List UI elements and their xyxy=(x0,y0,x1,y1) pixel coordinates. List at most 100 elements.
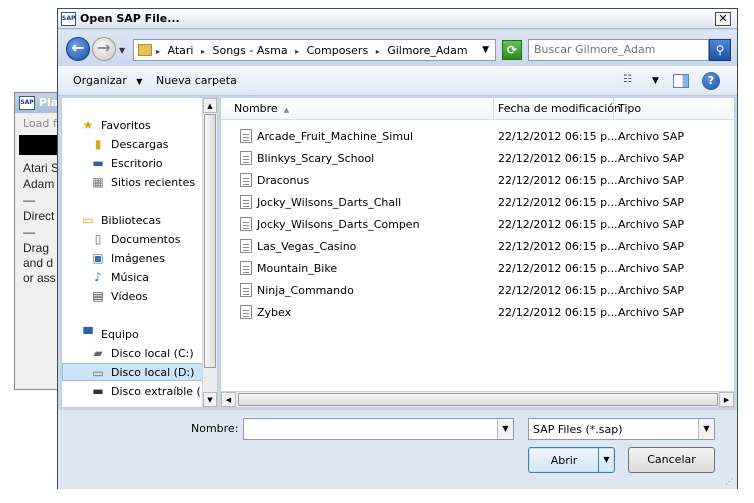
nav-item-label: Escritorio xyxy=(111,157,163,170)
view-options-icon[interactable]: ☷ xyxy=(623,74,637,86)
view-dropdown-icon[interactable]: ▼ xyxy=(652,76,659,86)
organize-label: Organizar xyxy=(73,74,127,87)
background-text-line: Direct xyxy=(23,209,55,223)
computer-icon: ▀ xyxy=(83,327,93,341)
file-date: 22/12/2012 06:15 p... xyxy=(498,218,618,231)
nav-item-label: Vídeos xyxy=(111,290,148,303)
sap-file-icon xyxy=(240,239,252,253)
file-list-horizontal-scrollbar[interactable]: ◀ ▶ xyxy=(221,391,734,407)
file-row[interactable]: Ninja_Commando 22/12/2012 06:15 p... Arc… xyxy=(221,279,734,301)
scrollbar-thumb[interactable] xyxy=(238,393,718,406)
scroll-left-icon[interactable]: ◀ xyxy=(221,392,236,407)
nav-item-disk-c[interactable]: ▰ Disco local (C:) xyxy=(62,344,204,362)
breadcrumb-item[interactable]: Atari xyxy=(168,44,194,57)
file-row[interactable]: Zybex 22/12/2012 06:15 p... Archivo SAP xyxy=(221,301,734,323)
breadcrumb-item[interactable]: Composers xyxy=(307,44,369,57)
nav-item-removable-disk[interactable]: ▬ Disco extraíble (H:) xyxy=(62,382,217,400)
nav-item-label: Descargas xyxy=(111,138,169,151)
file-type: Archivo SAP xyxy=(618,130,684,143)
dialog-titlebar[interactable]: SAP Open SAP File... ✕ xyxy=(58,9,737,29)
breadcrumb-separator-icon[interactable]: ▸ xyxy=(376,47,380,56)
new-folder-button[interactable]: Nueva carpeta xyxy=(156,74,237,87)
scrollbar-thumb[interactable] xyxy=(204,114,216,368)
close-button[interactable]: ✕ xyxy=(715,12,731,26)
file-name: Arcade_Fruit_Machine_Simul xyxy=(257,130,414,143)
preview-pane-icon[interactable] xyxy=(673,74,689,88)
file-row[interactable]: Jocky_Wilsons_Darts_Compen 22/12/2012 06… xyxy=(221,213,734,235)
dialog-title: Open SAP File... xyxy=(80,12,180,25)
desktop-icon: ▬ xyxy=(92,156,104,170)
column-header-date[interactable]: Fecha de modificación xyxy=(494,98,621,120)
nav-item-downloads[interactable]: ▮ Descargas xyxy=(62,135,204,153)
search-box[interactable] xyxy=(528,39,709,61)
sap-file-icon xyxy=(240,305,252,319)
address-bar[interactable]: ▸ Atari ▸ Songs - Asma ▸ Composers ▸ Gil… xyxy=(133,39,496,61)
file-date: 22/12/2012 06:15 p... xyxy=(498,196,618,209)
scroll-up-icon[interactable]: ▲ xyxy=(203,98,217,113)
file-type: Archivo SAP xyxy=(618,218,684,231)
nav-item-documents[interactable]: ▯ Documentos xyxy=(62,230,204,248)
navigation-vertical-scrollbar[interactable]: ▲ ▼ xyxy=(202,98,217,407)
filename-input[interactable] xyxy=(247,422,487,435)
sap-file-icon xyxy=(240,217,252,231)
sap-file-icon xyxy=(240,195,252,209)
search-button[interactable]: ⚲ xyxy=(709,39,731,61)
libraries-icon: ▭ xyxy=(82,213,94,227)
open-options-dropdown-icon[interactable]: ▼ xyxy=(598,448,614,472)
nav-item-computer[interactable]: ▀ Equipo xyxy=(62,325,204,343)
column-header-type[interactable]: Tipo xyxy=(614,98,736,120)
folder-icon xyxy=(138,44,152,56)
filename-combobox[interactable]: ▼ xyxy=(243,418,514,440)
nav-item-desktop[interactable]: ▬ Escritorio xyxy=(62,154,204,172)
arrow-left-icon: ← xyxy=(71,38,85,57)
open-button[interactable]: Abrir ▼ xyxy=(528,447,615,473)
nav-item-disk-d[interactable]: ▭ Disco local (D:) xyxy=(62,363,204,381)
history-dropdown-icon[interactable]: ▼ xyxy=(119,46,125,55)
file-name: Jocky_Wilsons_Darts_Compen xyxy=(257,218,420,231)
background-text-line: and d xyxy=(23,256,54,270)
file-row[interactable]: Arcade_Fruit_Machine_Simul 22/12/2012 06… xyxy=(221,125,734,147)
column-header-name[interactable]: Nombre ▲ xyxy=(221,98,494,120)
nav-item-images[interactable]: ▣ Imágenes xyxy=(62,249,204,267)
cancel-button[interactable]: Cancelar xyxy=(628,447,715,473)
organize-button[interactable]: Organizar ▼ xyxy=(73,74,142,87)
nav-item-recent-places[interactable]: ▦ Sitios recientes xyxy=(62,173,204,191)
breadcrumb-separator-icon[interactable]: ▸ xyxy=(295,47,299,56)
file-row[interactable]: Blinkys_Scary_School 22/12/2012 06:15 p.… xyxy=(221,147,734,169)
file-type-filter-select[interactable]: SAP Files (*.sap) ▼ xyxy=(528,418,715,440)
nav-item-favorites[interactable]: ★ Favoritos xyxy=(62,116,204,134)
breadcrumb-item[interactable]: Songs - Asma xyxy=(213,44,288,57)
address-row: ← → ▼ ▸ Atari ▸ Songs - Asma ▸ Composers… xyxy=(58,30,737,66)
nav-item-label: Música xyxy=(111,271,150,284)
file-type: Archivo SAP xyxy=(618,306,684,319)
refresh-button[interactable]: ⟳ xyxy=(502,40,522,60)
nav-item-label: Favoritos xyxy=(101,119,151,132)
file-row[interactable]: Mountain_Bike 22/12/2012 06:15 p... Arch… xyxy=(221,257,734,279)
file-row[interactable]: Jocky_Wilsons_Darts_Chall 22/12/2012 06:… xyxy=(221,191,734,213)
chevron-down-icon[interactable]: ▼ xyxy=(698,419,714,439)
address-dropdown-icon[interactable]: ▼ xyxy=(482,45,489,55)
forward-button[interactable]: → xyxy=(92,37,116,61)
file-row[interactable]: Draconus 22/12/2012 06:15 p... Archivo S… xyxy=(221,169,734,191)
nav-item-videos[interactable]: ▤ Vídeos xyxy=(62,287,204,305)
open-file-dialog: SAP Open SAP File... ✕ ← → ▼ ▸ Atari ▸ S… xyxy=(57,8,738,489)
help-icon[interactable]: ? xyxy=(702,72,720,90)
command-toolbar: Organizar ▼ Nueva carpeta ☷ ▼ ? xyxy=(58,66,737,96)
scroll-down-icon[interactable]: ▼ xyxy=(203,392,217,407)
chevron-down-icon[interactable]: ▼ xyxy=(497,419,513,439)
file-row[interactable]: Las_Vegas_Casino 22/12/2012 06:15 p... A… xyxy=(221,235,734,257)
sap-file-icon xyxy=(240,151,252,165)
nav-item-libraries[interactable]: ▭ Bibliotecas xyxy=(62,211,204,229)
nav-item-music[interactable]: ♪ Música xyxy=(62,268,204,286)
resize-grip-icon[interactable]: ⋰ xyxy=(725,477,735,487)
breadcrumb-separator-icon[interactable]: ▸ xyxy=(201,47,205,56)
dialog-footer: Nombre: ▼ SAP Files (*.sap) ▼ Abrir ▼ Ca… xyxy=(58,410,737,489)
search-input[interactable] xyxy=(534,43,704,56)
file-type: Archivo SAP xyxy=(618,174,684,187)
image-icon: ▣ xyxy=(92,251,104,265)
breadcrumb: ▸ Atari ▸ Songs - Asma ▸ Composers ▸ Gil… xyxy=(156,44,472,57)
back-button[interactable]: ← xyxy=(66,37,90,61)
file-type: Archivo SAP xyxy=(618,284,684,297)
scroll-right-icon[interactable]: ▶ xyxy=(719,392,734,407)
breadcrumb-item[interactable]: Gilmore_Adam xyxy=(387,44,467,57)
